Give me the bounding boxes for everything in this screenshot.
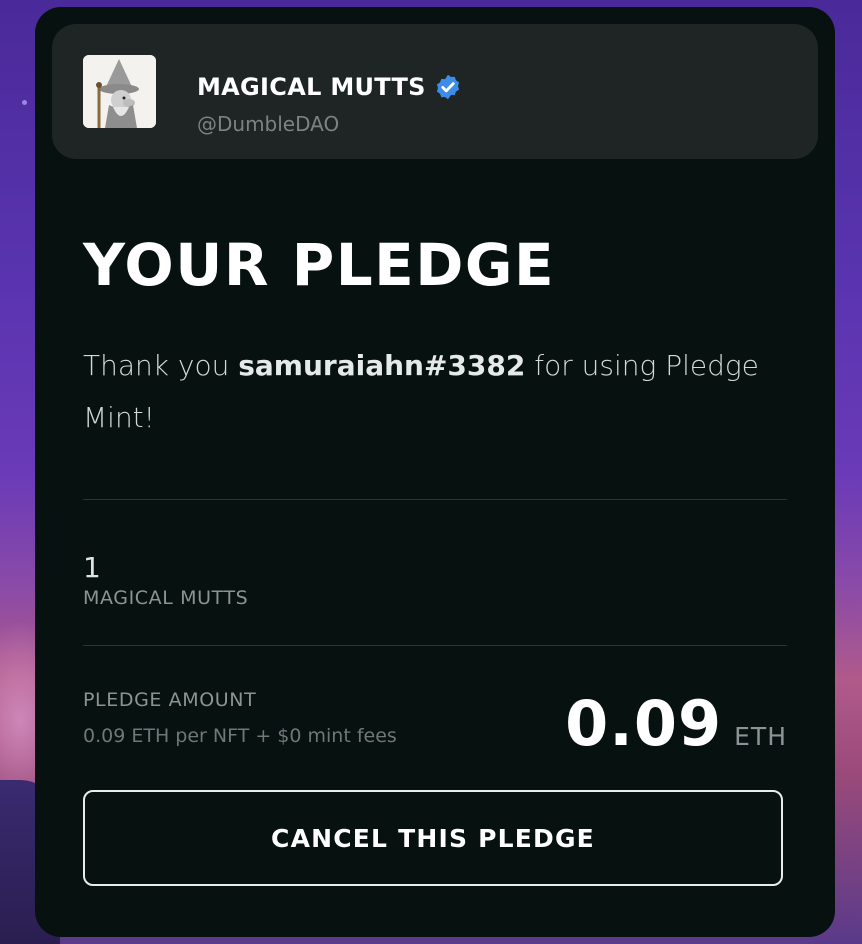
- divider: [83, 645, 787, 646]
- collection-name-text: MAGICAL MUTTS: [197, 73, 426, 101]
- pledge-amount: 0.09 ETH: [565, 687, 787, 760]
- pledge-amount-value: 0.09: [565, 687, 723, 760]
- thank-you-message: Thank you samuraiahn#3382 for using Pled…: [83, 340, 783, 444]
- collection-avatar: [83, 55, 156, 128]
- divider: [83, 499, 787, 500]
- pledge-quantity-label: MAGICAL MUTTS: [83, 587, 249, 609]
- wizard-dog-avatar-icon: [83, 55, 156, 128]
- cancel-pledge-button[interactable]: CANCEL THIS PLEDGE: [83, 790, 783, 886]
- username: samuraiahn#3382: [238, 349, 526, 382]
- pledge-quantity: 1: [83, 551, 101, 584]
- pledge-card: MAGICAL MUTTS @DumbleDAO YOUR PLEDGE Tha…: [35, 7, 835, 937]
- collection-header[interactable]: MAGICAL MUTTS @DumbleDAO: [52, 24, 818, 159]
- page-title: YOUR PLEDGE: [83, 231, 556, 299]
- collection-handle[interactable]: @DumbleDAO: [197, 112, 339, 136]
- collection-name: MAGICAL MUTTS: [197, 73, 462, 101]
- verified-badge-icon: [434, 73, 462, 101]
- background-star: [22, 100, 27, 105]
- thanks-prefix: Thank you: [83, 349, 239, 382]
- pledge-amount-label: PLEDGE AMOUNT: [83, 689, 257, 711]
- pledge-amount-unit: ETH: [734, 722, 787, 751]
- pledge-amount-detail: 0.09 ETH per NFT + $0 mint fees: [83, 725, 397, 747]
